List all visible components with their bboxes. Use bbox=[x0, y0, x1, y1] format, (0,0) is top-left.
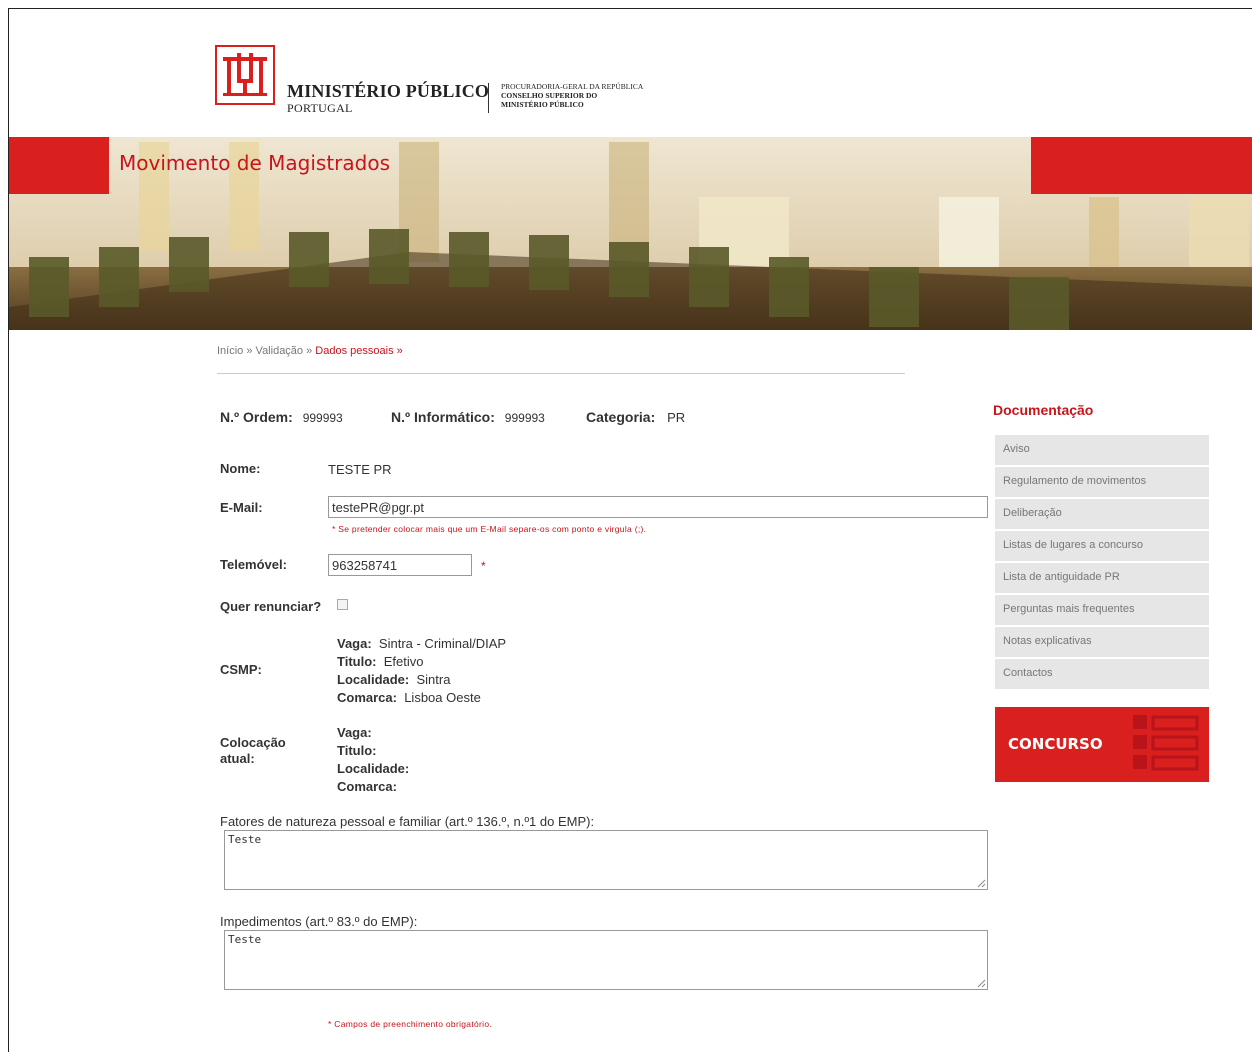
org-subtitle-line2: CONSELHO SUPERIOR DO bbox=[501, 91, 598, 100]
email-hint: * Se pretender colocar mais que um E-Mai… bbox=[332, 524, 647, 534]
org-subtitle-line1: PROCURADORIA-GERAL DA REPÚBLICA bbox=[501, 82, 644, 91]
concurso-button[interactable]: CONCURSO bbox=[995, 707, 1209, 782]
logo-emblem-icon bbox=[215, 45, 275, 105]
colocacao-vaga: Vaga: bbox=[337, 725, 372, 740]
breadcrumb-separator: » bbox=[306, 345, 313, 357]
sidebar-item-lista-antiguidade[interactable]: Lista de antiguidade PR bbox=[995, 563, 1209, 593]
breadcrumb-separator: » bbox=[246, 345, 253, 357]
telemovel-label: Telemóvel: bbox=[220, 557, 287, 572]
breadcrumb-separator: » bbox=[396, 345, 403, 357]
concurso-label: CONCURSO bbox=[1008, 735, 1103, 753]
hero-banner: Movimento de Magistrados bbox=[9, 137, 1252, 330]
breadcrumb-divider bbox=[217, 373, 905, 374]
fatores-label: Fatores de natureza pessoal e familiar (… bbox=[220, 814, 595, 829]
informatico-value: 999993 bbox=[504, 411, 545, 425]
sidebar-item-deliberacao[interactable]: Deliberação bbox=[995, 499, 1209, 529]
email-field[interactable] bbox=[328, 496, 988, 518]
sidebar-item-perguntas[interactable]: Perguntas mais frequentes bbox=[995, 595, 1209, 625]
org-country: PORTUGAL bbox=[287, 101, 353, 115]
informatico-info: N.º Informático: 999993 bbox=[391, 409, 545, 425]
categoria-info: Categoria: PR bbox=[586, 409, 685, 425]
sidebar-item-regulamento[interactable]: Regulamento de movimentos bbox=[995, 467, 1209, 497]
list-icon bbox=[1133, 715, 1199, 771]
impedimentos-text: Teste bbox=[228, 933, 262, 946]
sidebar-nav: Aviso Regulamento de movimentos Delibera… bbox=[995, 435, 1209, 691]
telemovel-field[interactable] bbox=[328, 554, 472, 576]
email-label: E-Mail: bbox=[220, 500, 263, 515]
breadcrumb-item-inicio[interactable]: Início bbox=[217, 345, 243, 357]
categoria-value: PR bbox=[667, 410, 686, 425]
required-fields-note: * Campos de preenchimento obrigatório. bbox=[328, 1019, 493, 1029]
sidebar-item-listas-lugares[interactable]: Listas de lugares a concurso bbox=[995, 531, 1209, 561]
telemovel-required-mark: * bbox=[481, 559, 486, 573]
csmp-label: CSMP: bbox=[220, 662, 262, 677]
resize-handle-icon[interactable] bbox=[976, 978, 986, 988]
banner-title: Movimento de Magistrados bbox=[119, 151, 390, 175]
sidebar-item-aviso[interactable]: Aviso bbox=[995, 435, 1209, 465]
breadcrumb: Início » Validação » Dados pessoais » bbox=[217, 345, 403, 357]
banner-red-bar-left bbox=[9, 137, 109, 194]
logo-divider bbox=[488, 83, 489, 113]
org-subtitle-line3: MINISTÉRIO PÚBLICO bbox=[501, 100, 584, 109]
csmp-comarca: Comarca: Lisboa Oeste bbox=[337, 690, 481, 705]
renunciar-label: Quer renunciar? bbox=[220, 599, 322, 614]
org-subtitle: PROCURADORIA-GERAL DA REPÚBLICA CONSELHO… bbox=[501, 82, 643, 109]
colocacao-label: Colocação atual: bbox=[220, 735, 286, 766]
renunciar-checkbox[interactable] bbox=[337, 599, 348, 610]
site-logo[interactable]: MINISTÉRIO PÚBLICO PORTUGAL PROCURADORIA… bbox=[215, 45, 685, 117]
colocacao-titulo: Titulo: bbox=[337, 743, 377, 758]
csmp-titulo: Titulo: Efetivo bbox=[337, 654, 424, 669]
org-name: MINISTÉRIO PÚBLICO bbox=[287, 81, 490, 101]
banner-red-bar-right bbox=[1031, 137, 1252, 194]
fatores-textarea[interactable]: Teste bbox=[224, 830, 988, 890]
ordem-info: N.º Ordem: 999993 bbox=[220, 409, 343, 425]
nome-value: TESTE PR bbox=[328, 462, 392, 477]
breadcrumb-item-dados-pessoais[interactable]: Dados pessoais bbox=[315, 345, 393, 357]
csmp-localidade: Localidade: Sintra bbox=[337, 672, 451, 687]
page-frame: MINISTÉRIO PÚBLICO PORTUGAL PROCURADORIA… bbox=[8, 8, 1252, 1052]
informatico-label: N.º Informático: bbox=[391, 409, 495, 425]
resize-handle-icon[interactable] bbox=[976, 878, 986, 888]
banner-title-box: Movimento de Magistrados bbox=[109, 137, 400, 194]
fatores-text: Teste bbox=[228, 833, 262, 846]
csmp-details: Vaga: Sintra - Criminal/DIAP Titulo: Efe… bbox=[337, 635, 506, 707]
breadcrumb-item-validacao[interactable]: Validação bbox=[256, 345, 304, 357]
csmp-vaga: Vaga: Sintra - Criminal/DIAP bbox=[337, 636, 507, 651]
impedimentos-textarea[interactable]: Teste bbox=[224, 930, 988, 990]
ordem-value: 999993 bbox=[302, 411, 343, 425]
colocacao-details: Vaga: Titulo: Localidade: Comarca: bbox=[337, 724, 409, 796]
sidebar-title: Documentação bbox=[993, 402, 1094, 418]
categoria-label: Categoria: bbox=[586, 409, 656, 425]
ordem-label: N.º Ordem: bbox=[220, 409, 293, 425]
nome-label: Nome: bbox=[220, 461, 261, 476]
impedimentos-label: Impedimentos (art.º 83.º do EMP): bbox=[220, 914, 418, 929]
colocacao-localidade: Localidade: bbox=[337, 761, 410, 776]
sidebar-item-notas[interactable]: Notas explicativas bbox=[995, 627, 1209, 657]
sidebar-item-contactos[interactable]: Contactos bbox=[995, 659, 1209, 689]
colocacao-comarca: Comarca: bbox=[337, 779, 397, 794]
